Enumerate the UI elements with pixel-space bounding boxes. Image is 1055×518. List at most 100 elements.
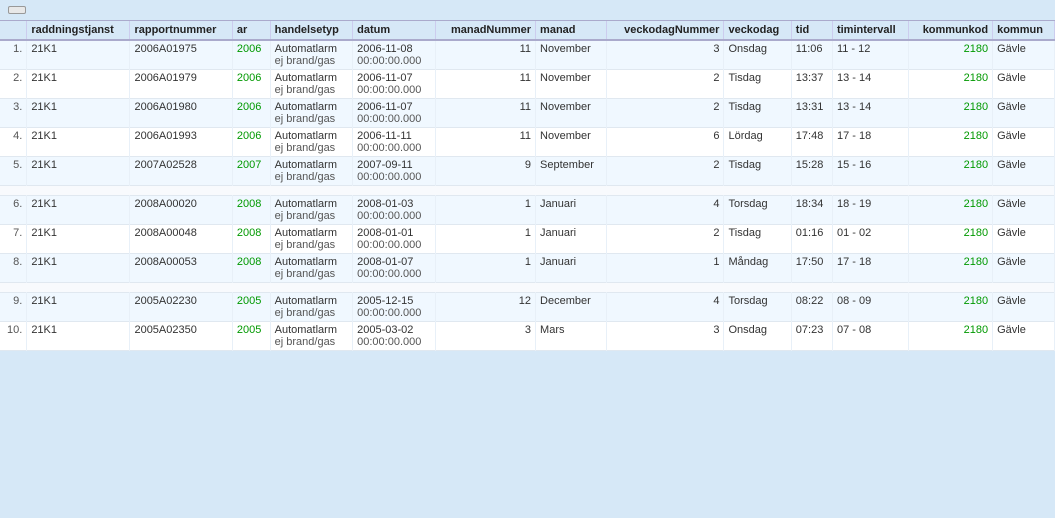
cell-raddningstjanst: 21K1	[27, 157, 130, 186]
cell-ar: 2008	[232, 196, 270, 225]
cell-timintervall: 17 - 18	[832, 254, 908, 283]
cell-kommunkod: 2180	[909, 293, 993, 322]
cell-manadnummer: 1	[435, 225, 535, 254]
cell-kommunkod: 2180	[909, 99, 993, 128]
cell-manad: Mars	[536, 322, 607, 351]
cell-rapportnummer: 2005A02350	[130, 322, 232, 351]
cell-timintervall: 13 - 14	[832, 70, 908, 99]
cell-kommun: Gävle	[993, 40, 1055, 70]
cell-kommunkod: 2180	[909, 196, 993, 225]
cell-handelsetyp: Automatlarmej brand/gas	[270, 157, 352, 186]
cell-veckodagnummer: 6	[606, 128, 724, 157]
table-row: 3. 21K1 2006A01980 2006 Automatlarmej br…	[0, 99, 1055, 128]
toolbar	[0, 0, 1055, 21]
cell-veckodag: Onsdag	[724, 40, 791, 70]
cell-handelsetyp: Automatlarmej brand/gas	[270, 99, 352, 128]
cell-handelsetyp: Automatlarmej brand/gas	[270, 196, 352, 225]
cell-veckodagnummer: 3	[606, 40, 724, 70]
cell-rownum: 1.	[0, 40, 27, 70]
cell-veckodag: Tisdag	[724, 99, 791, 128]
cell-tid: 13:37	[791, 70, 832, 99]
cell-kommun: Gävle	[993, 70, 1055, 99]
cell-ar: 2006	[232, 40, 270, 70]
cell-tid: 13:31	[791, 99, 832, 128]
cell-timintervall: 18 - 19	[832, 196, 908, 225]
col-header-kommun: kommun	[993, 21, 1055, 40]
cell-ar: 2006	[232, 99, 270, 128]
cell-manadnummer: 11	[435, 70, 535, 99]
cell-rapportnummer: 2007A02528	[130, 157, 232, 186]
cell-veckodagnummer: 3	[606, 322, 724, 351]
cell-rapportnummer: 2006A01980	[130, 99, 232, 128]
cell-manad: Januari	[536, 225, 607, 254]
cell-manadnummer: 1	[435, 196, 535, 225]
cell-ar: 2006	[232, 70, 270, 99]
cell-kommun: Gävle	[993, 128, 1055, 157]
cell-manadnummer: 12	[435, 293, 535, 322]
cell-manad: November	[536, 128, 607, 157]
col-header-veckodagnummer: veckodagNummer	[606, 21, 724, 40]
cell-datum: 2006-11-0700:00:00.000	[353, 70, 436, 99]
cell-manad: November	[536, 99, 607, 128]
cell-kommun: Gävle	[993, 225, 1055, 254]
spacer-row	[0, 186, 1055, 196]
cell-kommun: Gävle	[993, 254, 1055, 283]
col-header-veckodag: veckodag	[724, 21, 791, 40]
start-over-button[interactable]	[8, 6, 26, 14]
cell-veckodag: Tisdag	[724, 225, 791, 254]
cell-handelsetyp: Automatlarmej brand/gas	[270, 40, 352, 70]
cell-raddningstjanst: 21K1	[27, 40, 130, 70]
cell-ar: 2008	[232, 225, 270, 254]
cell-rapportnummer: 2008A00048	[130, 225, 232, 254]
cell-manadnummer: 9	[435, 157, 535, 186]
cell-raddningstjanst: 21K1	[27, 99, 130, 128]
cell-veckodagnummer: 4	[606, 293, 724, 322]
cell-raddningstjanst: 21K1	[27, 293, 130, 322]
cell-rownum: 8.	[0, 254, 27, 283]
cell-datum: 2008-01-0100:00:00.000	[353, 225, 436, 254]
col-header-kommunkod: kommunkod	[909, 21, 993, 40]
cell-kommun: Gävle	[993, 157, 1055, 186]
table-row: 7. 21K1 2008A00048 2008 Automatlarmej br…	[0, 225, 1055, 254]
cell-timintervall: 07 - 08	[832, 322, 908, 351]
cell-handelsetyp: Automatlarmej brand/gas	[270, 322, 352, 351]
cell-veckodag: Torsdag	[724, 196, 791, 225]
col-header-rownum	[0, 21, 27, 40]
cell-rownum: 10.	[0, 322, 27, 351]
cell-kommunkod: 2180	[909, 225, 993, 254]
col-header-rapportnummer: rapportnummer	[130, 21, 232, 40]
cell-datum: 2008-01-0300:00:00.000	[353, 196, 436, 225]
cell-tid: 07:23	[791, 322, 832, 351]
cell-veckodagnummer: 2	[606, 157, 724, 186]
cell-raddningstjanst: 21K1	[27, 322, 130, 351]
cell-rapportnummer: 2006A01993	[130, 128, 232, 157]
col-header-ar: ar	[232, 21, 270, 40]
cell-ar: 2006	[232, 128, 270, 157]
cell-raddningstjanst: 21K1	[27, 254, 130, 283]
cell-manadnummer: 11	[435, 40, 535, 70]
cell-veckodag: Lördag	[724, 128, 791, 157]
cell-veckodagnummer: 2	[606, 225, 724, 254]
cell-ar: 2007	[232, 157, 270, 186]
spacer-row	[0, 283, 1055, 293]
cell-datum: 2005-03-0200:00:00.000	[353, 322, 436, 351]
cell-rownum: 5.	[0, 157, 27, 186]
cell-timintervall: 15 - 16	[832, 157, 908, 186]
cell-timintervall: 08 - 09	[832, 293, 908, 322]
cell-rapportnummer: 2006A01975	[130, 40, 232, 70]
cell-raddningstjanst: 21K1	[27, 196, 130, 225]
cell-handelsetyp: Automatlarmej brand/gas	[270, 128, 352, 157]
cell-veckodagnummer: 4	[606, 196, 724, 225]
cell-tid: 08:22	[791, 293, 832, 322]
col-header-datum: datum	[353, 21, 436, 40]
table-row: 6. 21K1 2008A00020 2008 Automatlarmej br…	[0, 196, 1055, 225]
table-header-row: raddningstjanst rapportnummer ar handels…	[0, 21, 1055, 40]
cell-kommunkod: 2180	[909, 40, 993, 70]
cell-raddningstjanst: 21K1	[27, 128, 130, 157]
cell-kommunkod: 2180	[909, 128, 993, 157]
cell-ar: 2008	[232, 254, 270, 283]
cell-manad: November	[536, 40, 607, 70]
cell-tid: 17:50	[791, 254, 832, 283]
cell-veckodag: Tisdag	[724, 157, 791, 186]
cell-veckodag: Torsdag	[724, 293, 791, 322]
